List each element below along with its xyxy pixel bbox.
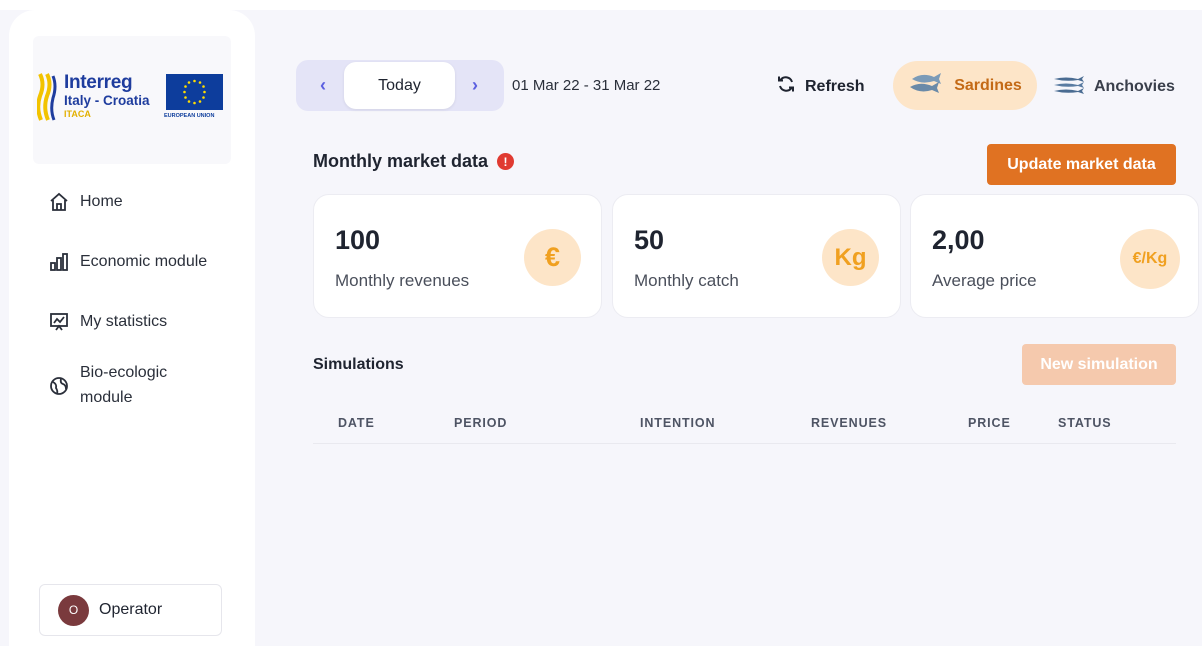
sidebar-item-label: Bio-ecologic module <box>80 364 168 406</box>
species-label: Anchovies <box>1094 77 1175 95</box>
sidebar-item-home[interactable]: Home <box>48 191 123 213</box>
card-value: 50 <box>634 225 665 255</box>
logo-subtitle: Italy - Croatia <box>64 93 150 108</box>
card-label: Average price <box>932 271 1037 290</box>
column-header-revenues[interactable]: REVENUES <box>811 416 887 430</box>
sidebar-item-label: Economic module <box>80 253 208 270</box>
logo-title: Interreg <box>64 72 133 93</box>
avatar: O <box>58 594 89 626</box>
market-section-title: Monthly market data ! <box>313 151 515 172</box>
logo: Interreg Italy - Croatia ITACA EUROPEAN … <box>33 36 231 164</box>
prev-period-button[interactable]: ‹ <box>300 60 346 111</box>
euro-per-kg-icon: €/Kg <box>1120 229 1180 289</box>
revenues-card: 100 Monthly revenues € <box>313 194 602 318</box>
sidebar-item-label: Home <box>80 193 123 210</box>
column-header-status[interactable]: STATUS <box>1058 416 1112 430</box>
sidebar-item-label: My statistics <box>80 313 168 330</box>
next-period-button[interactable]: › <box>452 60 498 111</box>
card-value: 2,00 <box>932 225 985 255</box>
species-anchovies-button[interactable]: Anchovies <box>1052 74 1175 99</box>
catch-card: 50 Monthly catch Kg <box>612 194 901 318</box>
column-header-intention[interactable]: INTENTION <box>640 416 715 430</box>
alert-icon[interactable]: ! <box>497 153 515 170</box>
column-header-date[interactable]: DATE <box>338 416 375 430</box>
home-icon <box>48 191 70 213</box>
user-menu[interactable]: O Operator <box>39 584 222 636</box>
date-range: 01 Mar 22 - 31 Mar 22 <box>512 77 661 94</box>
price-card: 2,00 Average price €/Kg <box>910 194 1199 318</box>
sidebar: Interreg Italy - Croatia ITACA EUROPEAN … <box>9 10 255 646</box>
user-name: Operator <box>99 601 163 618</box>
bar-chart-icon <box>48 251 70 273</box>
waves-logo-icon <box>37 73 57 121</box>
date-navigator: ‹ Today › <box>296 60 504 111</box>
chevron-right-icon: › <box>472 75 478 95</box>
sidebar-item-bio-ecologic-module[interactable]: Bio-ecologic module <box>48 360 190 410</box>
sidebar-item-economic-module[interactable]: Economic module <box>48 251 207 273</box>
column-header-price[interactable]: PRICE <box>968 416 1011 430</box>
refresh-label: Refresh <box>805 77 865 95</box>
update-market-data-button[interactable]: Update market data <box>987 144 1176 185</box>
eu-label: EUROPEAN UNION <box>164 113 215 119</box>
globe-icon <box>48 375 70 397</box>
eu-flag-icon <box>166 74 223 110</box>
column-header-period[interactable]: PERIOD <box>454 416 507 430</box>
species-sardines-button[interactable]: Sardines <box>893 61 1037 110</box>
sidebar-item-my-statistics[interactable]: My statistics <box>48 311 167 333</box>
refresh-icon <box>776 74 796 99</box>
anchovies-fish-icon <box>1052 74 1086 99</box>
simulations-table-header: DATE PERIOD INTENTION REVENUES PRICE STA… <box>313 403 1176 444</box>
chevron-left-icon: ‹ <box>320 75 326 95</box>
market-title: Monthly market data <box>313 151 489 171</box>
logo-project: ITACA <box>64 109 91 119</box>
card-value: 100 <box>335 225 381 255</box>
new-simulation-button[interactable]: New simulation <box>1022 344 1176 385</box>
kg-icon: Kg <box>822 229 879 286</box>
refresh-button[interactable]: Refresh <box>776 74 865 99</box>
presentation-chart-icon <box>48 311 70 333</box>
euro-icon: € <box>524 229 581 286</box>
sardines-fish-icon <box>908 71 944 100</box>
card-label: Monthly catch <box>634 271 739 290</box>
card-label: Monthly revenues <box>335 271 470 290</box>
today-button[interactable]: Today <box>344 62 455 109</box>
simulations-title: Simulations <box>313 356 404 373</box>
species-label: Sardines <box>954 76 1022 94</box>
